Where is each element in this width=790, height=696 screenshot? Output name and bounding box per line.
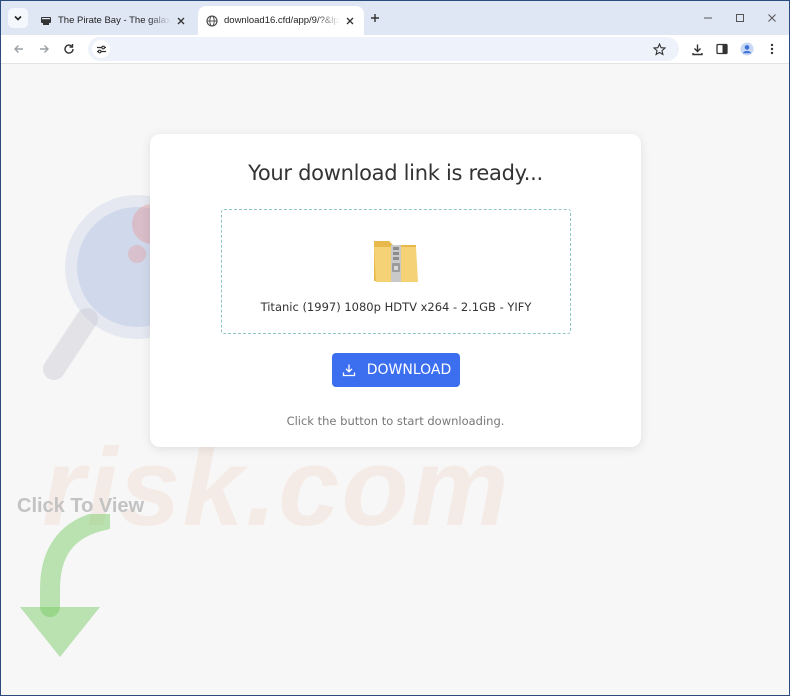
downloads-button[interactable]: [688, 40, 706, 58]
address-bar[interactable]: [88, 37, 679, 61]
arrow-down-icon: [20, 514, 110, 657]
download-button[interactable]: DOWNLOAD: [332, 353, 460, 387]
arrow-left-icon: [14, 45, 23, 53]
site-info-button[interactable]: [92, 40, 110, 58]
file-name: Titanic (1997) 1080p HDTV x264 - 2.1GB -…: [260, 300, 532, 314]
close-icon: [768, 14, 776, 22]
minimize-button[interactable]: [700, 10, 716, 26]
profile-button[interactable]: [738, 40, 756, 58]
globe-icon: [206, 14, 218, 27]
plus-icon: [371, 14, 379, 22]
minimize-icon: [704, 17, 712, 19]
chevron-down-icon: [14, 15, 22, 21]
maximize-button[interactable]: [732, 10, 748, 26]
tab-title: download16.cfd/app/9/?&lpkey=: [224, 15, 340, 26]
more-vertical-icon: [770, 43, 774, 55]
menu-button[interactable]: [763, 40, 781, 58]
star-icon: [652, 42, 666, 56]
arrow-right-icon: [40, 45, 49, 53]
close-icon[interactable]: [175, 15, 187, 27]
page-title: Your download link is ready...: [248, 161, 543, 185]
browser-toolbar: [1, 35, 789, 63]
page-viewport: PC risk.com Click To View Your download …: [2, 64, 789, 695]
download-icon: [691, 44, 703, 55]
maximize-icon: [736, 14, 744, 22]
tab-strip: The Pirate Bay - The galaxy's most resil…: [1, 1, 789, 35]
reload-button[interactable]: [60, 40, 78, 58]
avatar-icon: [740, 42, 754, 56]
tune-icon: [96, 45, 106, 53]
tab-search-button[interactable]: [8, 8, 28, 28]
side-panel-icon: [716, 43, 728, 55]
close-window-button[interactable]: [764, 10, 780, 26]
tab-title: The Pirate Bay - The galaxy's most resil…: [58, 15, 171, 26]
download-button-label: DOWNLOAD: [366, 362, 452, 378]
reload-icon: [64, 44, 74, 54]
side-panel-button[interactable]: [713, 40, 731, 58]
tab-pirate-bay[interactable]: The Pirate Bay - The galaxy's most resil…: [32, 6, 195, 35]
download-hint: Click the button to start downloading.: [286, 414, 505, 428]
pirate-ship-icon: [40, 15, 52, 27]
file-box: Titanic (1997) 1080p HDTV x264 - 2.1GB -…: [221, 209, 571, 334]
bookmark-button[interactable]: [650, 40, 668, 58]
zip-folder-icon: [374, 241, 418, 282]
back-button[interactable]: [10, 40, 28, 58]
tab-download16[interactable]: download16.cfd/app/9/?&lpkey=: [198, 6, 364, 35]
download-icon: [341, 362, 357, 378]
close-icon[interactable]: [344, 15, 356, 27]
click-to-view-label: Click To View: [17, 495, 145, 517]
new-tab-button[interactable]: [367, 10, 383, 26]
forward-button[interactable]: [35, 40, 53, 58]
download-card: Your download link is ready... Titanic (…: [150, 134, 641, 447]
browser-window: The Pirate Bay - The galaxy's most resil…: [0, 0, 790, 696]
